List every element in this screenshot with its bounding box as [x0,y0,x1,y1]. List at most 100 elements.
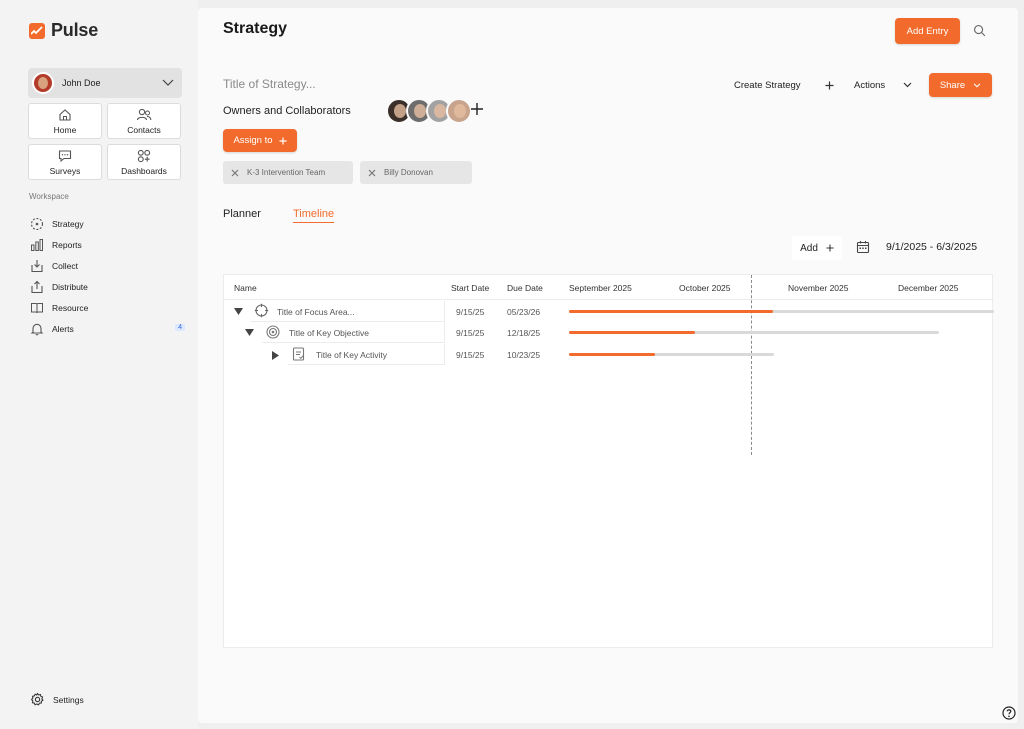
search-icon[interactable] [973,24,986,37]
row-name: Title of Key Activity [316,350,388,360]
sidebar-item-alerts[interactable]: Alerts 4 [29,318,187,339]
target-icon [266,325,280,339]
table-row[interactable]: Title of Key Objective 9/15/25 12/18/25 [224,322,994,343]
app-name: Pulse [51,20,99,40]
assign-to-label: Assign to [233,135,273,146]
workspace-nav: Strategy Reports Collect Distribute Reso… [29,213,187,339]
sidebar-item-label: Distribute [52,281,88,292]
contacts-icon [136,108,152,120]
home-icon [59,108,71,121]
strategy-icon [29,216,45,232]
row-due-date: 05/23/26 [507,307,541,317]
column-header-start: Start Date [451,283,490,293]
caret-down-icon[interactable] [245,329,254,337]
column-header-name: Name [234,283,257,293]
avatar [446,98,472,124]
quick-link-surveys[interactable]: Surveys [28,144,102,180]
help-icon[interactable] [1002,706,1016,720]
month-header: December 2025 [898,283,959,293]
date-range-picker[interactable]: 9/1/2025 - 6/3/2025 [886,241,977,253]
sidebar-item-resource[interactable]: Resource [29,297,187,318]
pulse-logo-icon [29,22,45,39]
month-header: October 2025 [679,283,731,293]
gantt-header: Name Start Date Due Date September 2025 … [224,275,994,300]
clipboard-icon [292,347,305,361]
share-label: Share [939,79,966,91]
user-menu[interactable]: John Doe [28,68,182,98]
bell-icon [29,321,45,337]
timeline-gantt: Name Start Date Due Date September 2025 … [223,274,994,648]
progress-bar[interactable] [569,310,773,313]
actions-dropdown[interactable]: Actions [848,74,918,96]
bar-chart-icon [29,237,45,253]
workspace-section-label: Workspace [29,192,69,201]
sidebar-item-label: Strategy [52,218,84,229]
quick-link-label: Surveys [49,165,81,176]
assign-to-button[interactable]: Assign to [223,129,297,152]
create-strategy-button[interactable]: Create Strategy [728,74,840,96]
sidebar-item-distribute[interactable]: Distribute [29,276,187,297]
sidebar: Pulse John Doe Home Contacts Surveys Das… [0,0,198,729]
progress-bar[interactable] [569,353,656,356]
caret-down-icon[interactable] [234,308,243,316]
sidebar-item-label: Reports [52,239,82,250]
settings-link[interactable]: Settings [30,692,84,707]
tab-timeline[interactable]: Timeline [293,208,335,223]
dashboards-icon [137,149,151,162]
sidebar-item-label: Resource [52,302,89,313]
app-logo[interactable]: Pulse [29,20,98,41]
settings-label: Settings [53,694,84,705]
tab-planner[interactable]: Planner [223,208,261,220]
chat-icon [58,149,72,162]
month-header: September 2025 [569,283,632,293]
row-start-date: 9/15/25 [456,350,485,360]
owners-label: Owners and Collaborators [223,105,351,117]
chevron-down-icon [903,82,912,88]
close-icon[interactable] [368,169,376,177]
table-row[interactable]: Title of Key Activity 9/15/25 10/23/25 [224,344,994,365]
user-name: John Doe [62,78,101,88]
share-button[interactable]: Share [929,73,992,97]
row-due-date: 12/18/25 [507,328,541,338]
row-start-date: 9/15/25 [456,328,485,338]
actions-label: Actions [854,79,886,91]
calendar-icon[interactable] [856,240,870,254]
gear-icon [30,692,44,706]
assignee-name: K-3 Intervention Team [247,168,326,177]
row-name: Title of Key Objective [289,328,369,338]
chevron-down-icon [162,79,174,86]
progress-bar[interactable] [569,331,695,334]
add-label: Add [800,242,818,254]
quick-link-label: Contacts [127,124,161,135]
row-name: Title of Focus Area... [277,307,355,317]
add-collaborator-icon[interactable] [470,102,484,116]
sidebar-item-reports[interactable]: Reports [29,234,187,255]
quick-link-contacts[interactable]: Contacts [107,103,181,139]
quick-link-home[interactable]: Home [28,103,102,139]
assignee-chip: K-3 Intervention Team [223,161,353,184]
plus-icon [826,244,834,252]
plus-icon [278,136,287,145]
book-icon [29,300,45,316]
alerts-count-badge: 4 [175,324,185,331]
close-icon[interactable] [231,169,239,177]
sidebar-item-label: Collect [52,260,78,271]
row-start-date: 9/15/25 [456,307,485,317]
add-entry-button[interactable]: Add Entry [895,18,960,44]
sidebar-item-strategy[interactable]: Strategy [29,213,187,234]
add-item-button[interactable]: Add [792,236,842,260]
collaborator-avatars[interactable] [386,98,472,124]
strategy-title-field[interactable]: Title of Strategy... [223,77,316,91]
plus-icon [825,81,834,89]
sidebar-item-collect[interactable]: Collect [29,255,187,276]
assignee-chip: Billy Donovan [360,161,472,184]
create-strategy-label: Create Strategy [734,79,801,91]
quick-link-label: Home [53,124,77,135]
sidebar-item-label: Alerts [52,323,74,334]
avatar [32,72,54,94]
collect-icon [29,258,45,274]
caret-right-icon[interactable] [272,351,280,360]
quick-link-dashboards[interactable]: Dashboards [107,144,181,180]
row-due-date: 10/23/25 [507,350,541,360]
table-row[interactable]: Title of Focus Area... 9/15/25 05/23/26 [224,301,994,322]
